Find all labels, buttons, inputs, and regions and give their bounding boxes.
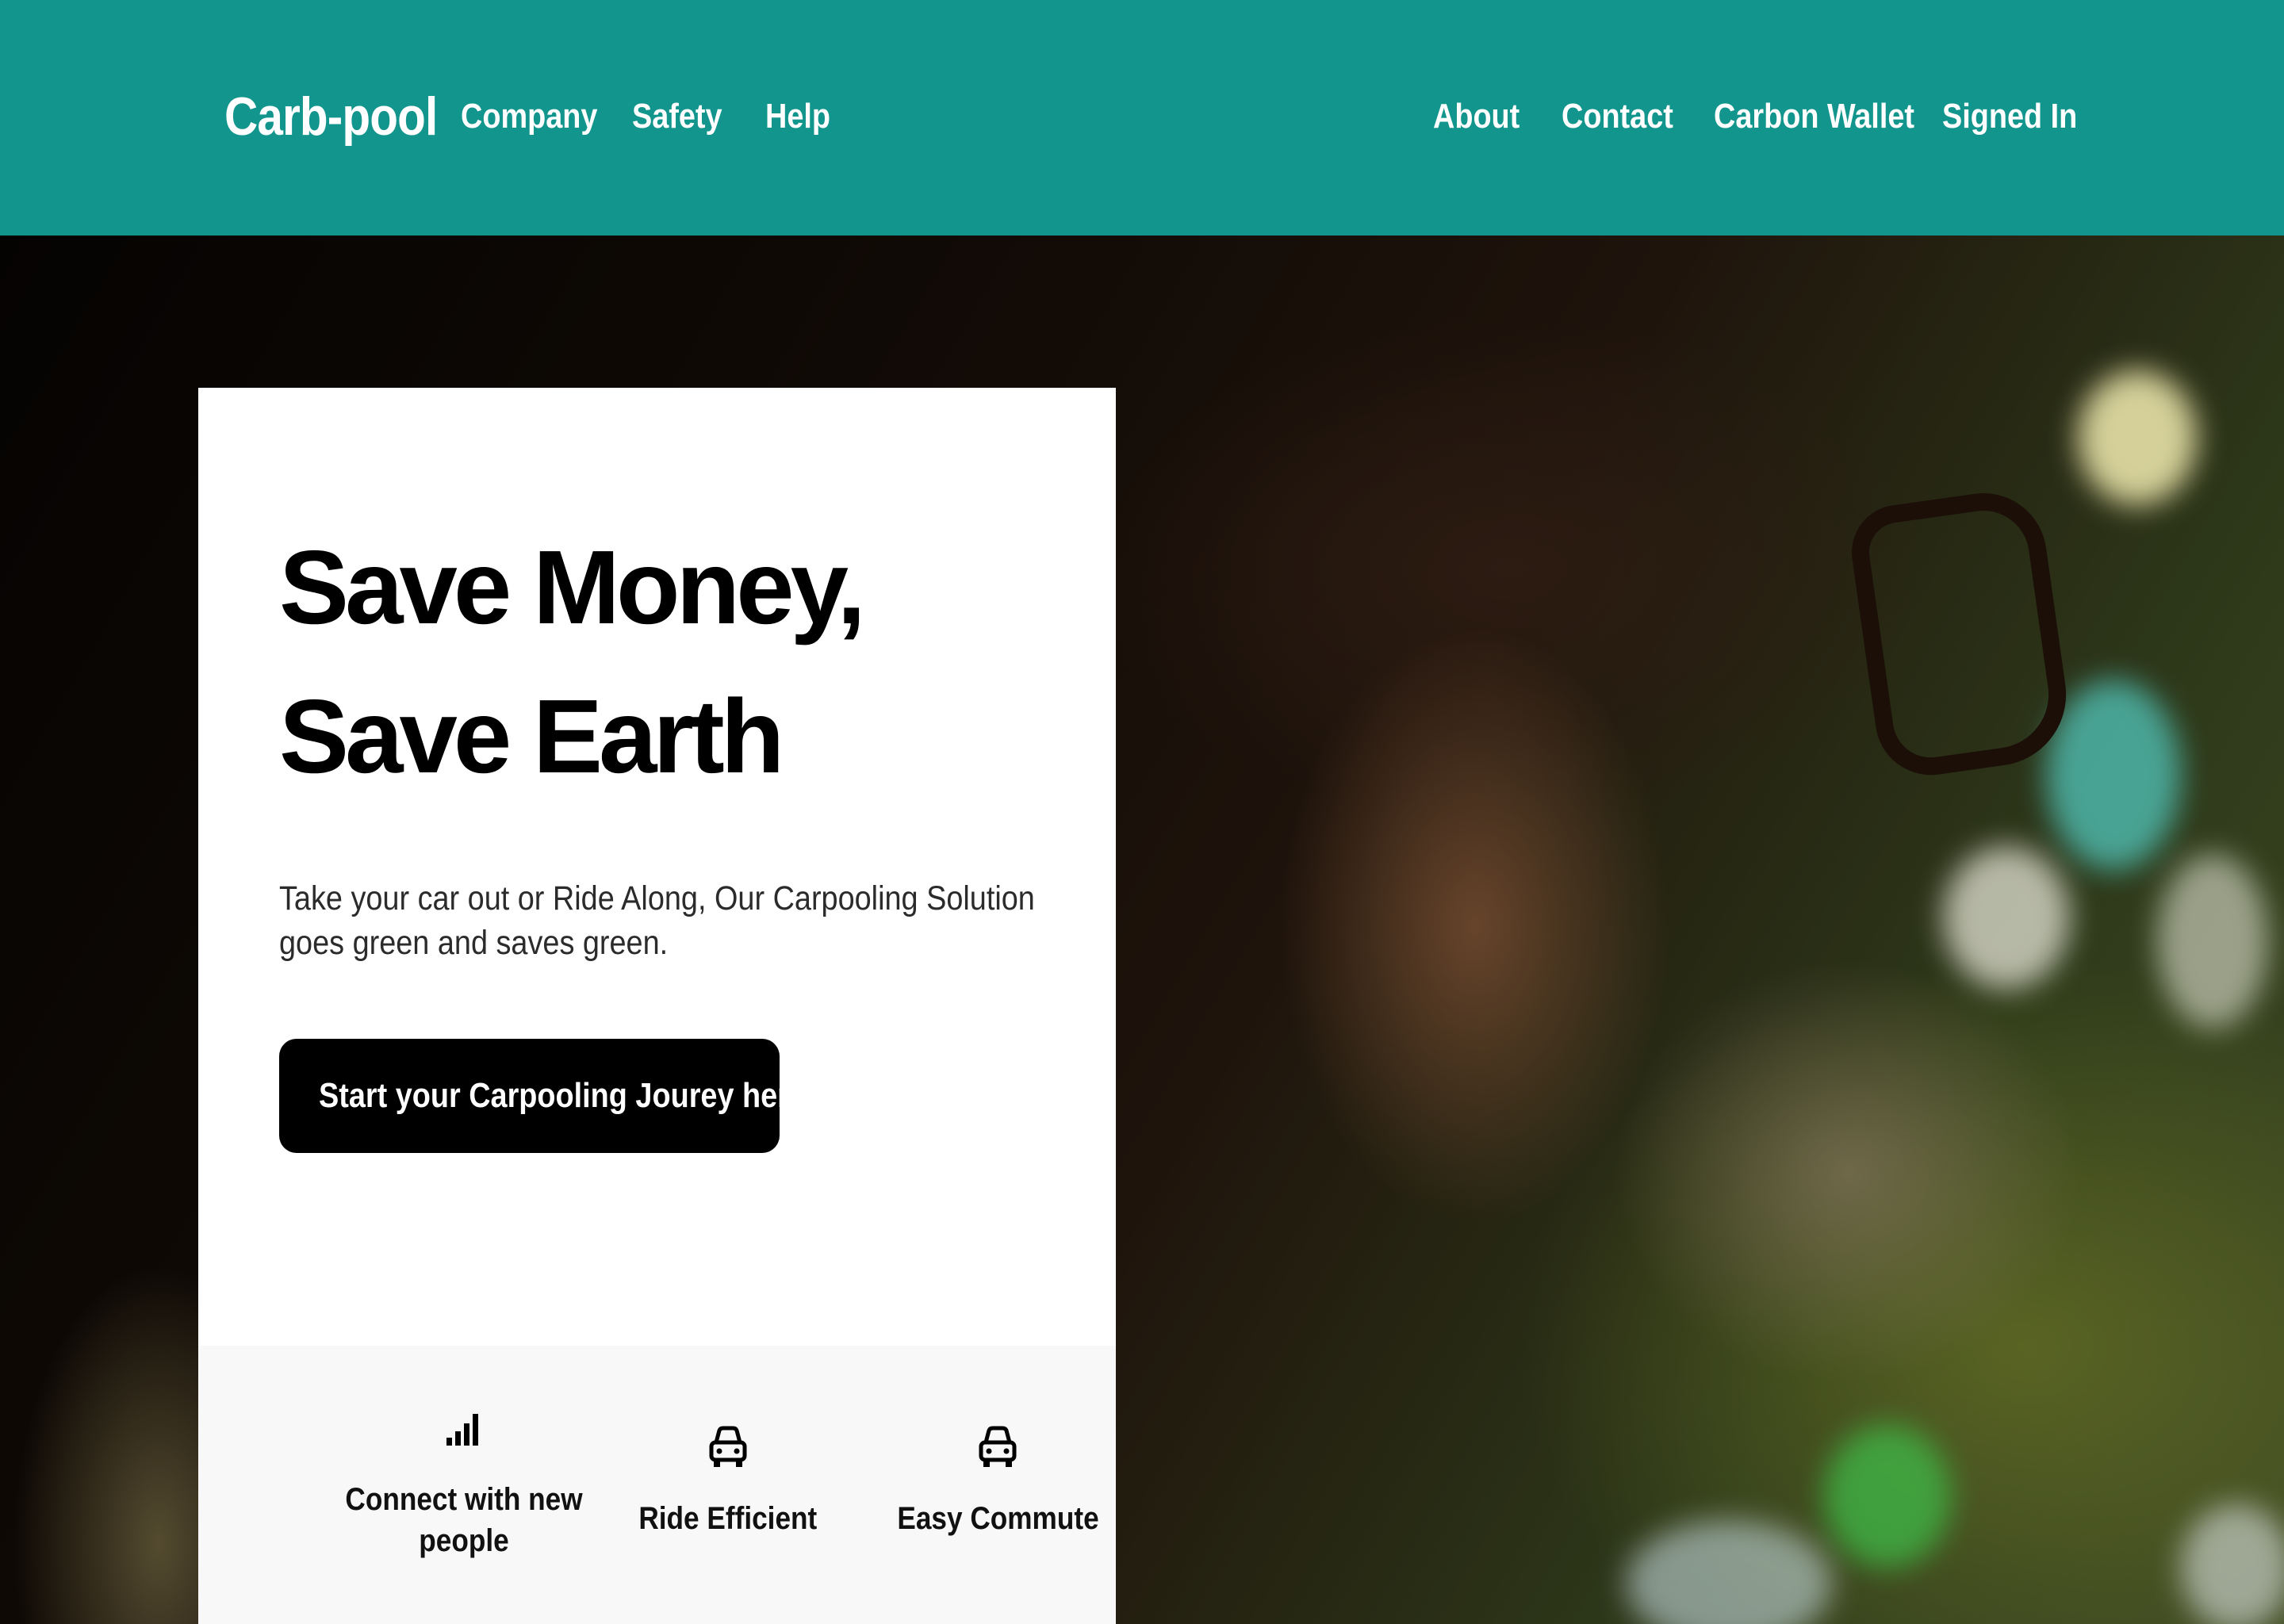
- feature-label-ride-efficient: Ride Efficient: [638, 1501, 818, 1536]
- nav-link-about[interactable]: About: [1433, 97, 1519, 136]
- brand-logo[interactable]: Carb-pool: [224, 86, 438, 147]
- bokeh-light: [1824, 1425, 1951, 1568]
- nav-link-help[interactable]: Help: [765, 97, 830, 136]
- signal-bars-icon: [445, 1409, 483, 1451]
- start-carpooling-button[interactable]: Start your Carpooling Jourey here: [279, 1039, 806, 1153]
- cta-label: Start your Carpooling Jourey here: [318, 1076, 806, 1115]
- nav-link-signed-in[interactable]: Signed In: [1942, 97, 2077, 136]
- bokeh-light: [1943, 846, 2070, 989]
- feature-ride-efficient: Ride Efficient: [601, 1346, 855, 1624]
- bokeh-light: [2046, 680, 2181, 870]
- bokeh-light: [2078, 370, 2197, 505]
- glasses-frame: [1845, 485, 2075, 783]
- top-navbar: Carb-pool Company Safety Help About Cont…: [0, 0, 2284, 236]
- hero-headline: Save Money, Save Earth: [279, 529, 866, 795]
- nav-link-company[interactable]: Company: [461, 97, 597, 136]
- bokeh-light: [2157, 854, 2268, 1028]
- hero-card: Save Money, Save Earth Take your car out…: [198, 388, 1116, 1624]
- bokeh-light: [1626, 1520, 1832, 1624]
- bokeh-light: [2181, 1504, 2284, 1624]
- nav-link-safety[interactable]: Safety: [632, 97, 722, 136]
- feature-connect: Connect with new people: [337, 1346, 591, 1624]
- nav-link-carbon-wallet[interactable]: Carbon Wallet: [1714, 97, 1914, 136]
- feature-label-connect: Connect with new people: [345, 1482, 583, 1558]
- nav-link-contact[interactable]: Contact: [1562, 97, 1673, 136]
- feature-easy-commute: Easy Commute: [871, 1346, 1125, 1624]
- hero-subtext: Take your car out or Ride Along, Our Car…: [279, 879, 1035, 962]
- car-front-icon: [978, 1425, 1017, 1473]
- features-strip: Connect with new people Ride Efficient E…: [198, 1346, 1116, 1624]
- car-front-icon: [708, 1425, 748, 1473]
- feature-label-easy-commute: Easy Commute: [896, 1501, 1099, 1536]
